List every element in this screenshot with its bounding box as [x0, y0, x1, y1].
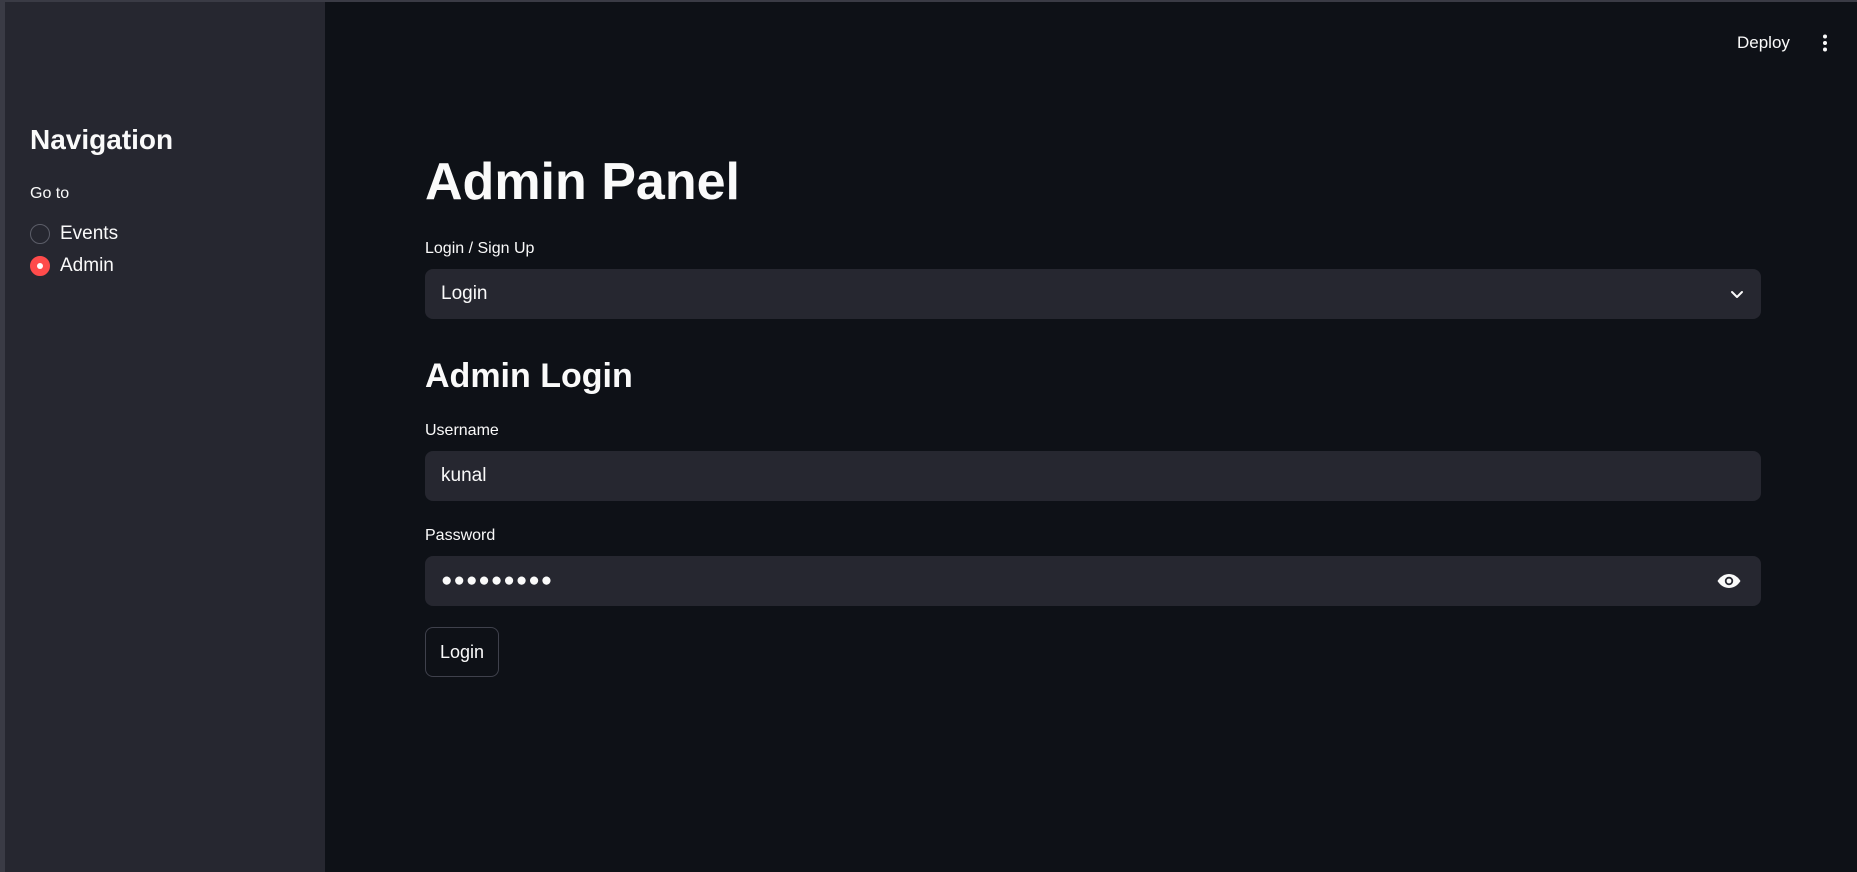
mode-select-label: Login / Sign Up [425, 240, 535, 257]
select-value: Login [441, 283, 488, 304]
eye-icon [1717, 574, 1741, 588]
main-content: Admin Panel Login / Sign Up Login Admin … [425, 2, 1765, 872]
radio-button-admin[interactable] [30, 256, 50, 276]
page-title: Admin Panel [425, 153, 740, 211]
radio-label-admin: Admin [60, 255, 114, 276]
radio-button-events[interactable] [30, 224, 50, 244]
password-input[interactable]: ●●●●●●●●● [425, 556, 1761, 606]
show-password-button[interactable] [1715, 567, 1743, 595]
login-signup-select[interactable]: Login [425, 269, 1761, 319]
sidebar: Navigation Go to Events Admin [5, 2, 325, 872]
password-masked-value: ●●●●●●●●● [441, 570, 554, 591]
radio-option-events[interactable]: Events [30, 218, 118, 250]
chevron-down-icon [1731, 291, 1743, 298]
main-menu-button[interactable] [1813, 28, 1837, 58]
password-label: Password [425, 527, 496, 544]
radio-label-events: Events [60, 223, 119, 244]
sidebar-title: Navigation [30, 124, 174, 155]
section-title: Admin Login [425, 357, 633, 395]
username-label: Username [425, 422, 499, 439]
navigation-radio-group: Events Admin [30, 218, 118, 282]
app-window: Navigation Go to Events Admin Deploy Adm… [0, 0, 1857, 872]
radio-group-label: Go to [30, 185, 70, 202]
username-input[interactable] [425, 451, 1761, 501]
login-button[interactable]: Login [425, 627, 500, 677]
radio-option-admin[interactable]: Admin [30, 250, 118, 282]
kebab-menu-icon [1823, 34, 1827, 52]
